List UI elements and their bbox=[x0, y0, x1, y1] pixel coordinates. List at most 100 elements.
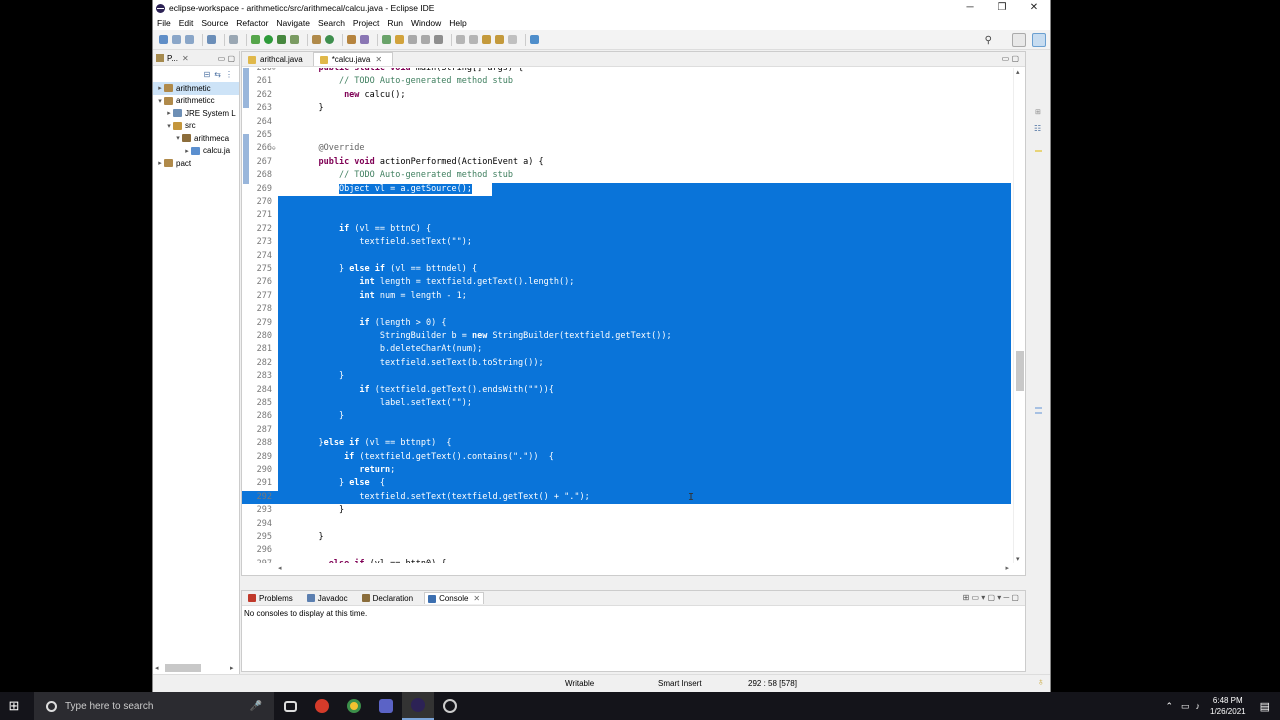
code-line[interactable]: 294 bbox=[242, 518, 1011, 531]
new-java-project-icon[interactable] bbox=[312, 35, 321, 44]
open-task-icon[interactable] bbox=[382, 35, 391, 44]
twisty-icon[interactable]: ▾ bbox=[174, 134, 182, 142]
close-view-icon[interactable]: ✕ bbox=[182, 54, 189, 63]
tree-item[interactable]: ▸ JRE System L bbox=[153, 107, 239, 120]
new-icon[interactable] bbox=[159, 35, 168, 44]
open-perspective-icon[interactable] bbox=[1012, 33, 1026, 47]
annotation-icon[interactable] bbox=[395, 35, 404, 44]
editor-tab[interactable]: *calcu.java ✕ bbox=[312, 52, 394, 66]
code-line[interactable]: 291 } else { bbox=[242, 477, 1011, 491]
collapse-all-icon[interactable]: ⊟ bbox=[204, 70, 211, 79]
code-line[interactable]: 287 bbox=[242, 423, 1011, 438]
code-line[interactable]: 270 bbox=[242, 196, 1011, 210]
code-line[interactable]: 273 textfield.setText(""); bbox=[242, 236, 1011, 250]
eclipse-taskbar-icon[interactable] bbox=[402, 692, 434, 720]
scroll-down-icon[interactable]: ▾ bbox=[1016, 555, 1020, 563]
tip-icon[interactable]: ♁ bbox=[1037, 677, 1045, 688]
code-line[interactable]: 289 if (textfield.getText().contains("."… bbox=[242, 450, 1011, 464]
code-line[interactable]: 267 public void actionPerformed(ActionEv… bbox=[242, 156, 1011, 169]
link-editor-icon[interactable]: ⇆ bbox=[214, 70, 221, 79]
code-line[interactable]: 293 } bbox=[242, 504, 1011, 517]
prev-annotation-icon[interactable] bbox=[469, 35, 478, 44]
code-line[interactable]: 286 } bbox=[242, 410, 1011, 424]
tree-item[interactable]: ▾ src bbox=[153, 120, 239, 133]
menu-search[interactable]: Search bbox=[318, 18, 345, 28]
back-icon[interactable] bbox=[495, 35, 504, 44]
code-line[interactable]: 281 b.deleteCharAt(num); bbox=[242, 343, 1011, 357]
view-menu-icon[interactable]: ⋮ bbox=[225, 70, 233, 79]
menu-help[interactable]: Help bbox=[449, 18, 466, 28]
code-line[interactable]: 269 Object vl = a.getSource(); bbox=[242, 182, 1011, 196]
java-perspective-icon[interactable] bbox=[1032, 33, 1046, 47]
code-line[interactable]: 285 label.setText(""); bbox=[242, 397, 1011, 411]
next-annotation-icon[interactable] bbox=[456, 35, 465, 44]
run-icon[interactable] bbox=[264, 35, 273, 44]
code-line[interactable]: 262 new calcu(); bbox=[242, 89, 1011, 102]
skip-breakpoints-icon[interactable] bbox=[229, 35, 238, 44]
tree-item[interactable]: ▸ calcu.ja bbox=[153, 145, 239, 158]
editor-vscroll[interactable]: ▴ ▾ bbox=[1013, 68, 1025, 563]
console-tab-javadoc[interactable]: Javadoc bbox=[304, 593, 351, 604]
open-type-icon[interactable] bbox=[347, 35, 356, 44]
maximize-button[interactable]: ❐ bbox=[986, 0, 1018, 16]
windows-start-icon[interactable]: ⊞ bbox=[0, 698, 28, 714]
save-all-icon[interactable] bbox=[185, 35, 194, 44]
notifications-icon[interactable]: ▤ bbox=[1260, 700, 1270, 713]
code-line[interactable]: 296 bbox=[242, 544, 1011, 557]
last-edit-icon[interactable] bbox=[482, 35, 491, 44]
code-line[interactable]: 275 } else if (vl == bttndel) { bbox=[242, 263, 1011, 277]
console-tab-declaration[interactable]: Declaration bbox=[359, 593, 416, 604]
view-controls-icon[interactable]: ▭ ▢ bbox=[218, 54, 235, 63]
vscroll-thumb[interactable] bbox=[1016, 351, 1024, 391]
outline-icon[interactable]: ⊞ bbox=[1035, 108, 1041, 116]
twisty-icon[interactable]: ▸ bbox=[183, 147, 191, 155]
code-line[interactable]: 263 } bbox=[242, 102, 1011, 115]
menu-refactor[interactable]: Refactor bbox=[236, 18, 268, 28]
code-line[interactable]: 292 textfield.setText(textfield.getText(… bbox=[242, 490, 1011, 505]
coverage-icon[interactable] bbox=[277, 35, 286, 44]
tree-item[interactable]: ▸ pact bbox=[153, 157, 239, 170]
editor-tab[interactable]: arithcal.java bbox=[242, 53, 313, 66]
word-wrap-icon[interactable] bbox=[421, 35, 430, 44]
forward-icon[interactable] bbox=[508, 35, 517, 44]
menu-edit[interactable]: Edit bbox=[179, 18, 194, 28]
code-area[interactable]: 260 ⊖ public static void main(String[] ar… bbox=[242, 68, 1011, 563]
close-tab-icon[interactable]: ✕ bbox=[473, 594, 480, 603]
scroll-left-icon[interactable]: ◂ bbox=[155, 664, 159, 672]
code-line[interactable]: 260 ⊖ public static void main(String[] ar… bbox=[242, 68, 1011, 75]
hscroll-left-icon[interactable]: ◂ bbox=[278, 564, 282, 572]
code-line[interactable]: 295 } bbox=[242, 531, 1011, 544]
block-select-icon[interactable] bbox=[408, 35, 417, 44]
task-view-icon[interactable] bbox=[274, 692, 306, 720]
scroll-up-icon[interactable]: ▴ bbox=[1016, 68, 1020, 76]
tree-item[interactable]: ▸ arithmetic bbox=[153, 82, 239, 95]
clock[interactable]: 6:48 PM 1/26/2021 bbox=[1210, 695, 1246, 717]
menu-window[interactable]: Window bbox=[411, 18, 441, 28]
show-whitespace-icon[interactable] bbox=[434, 35, 443, 44]
code-line[interactable]: 264 bbox=[242, 116, 1011, 129]
console-view-controls-icon[interactable]: ⊞ ▭ ▾ ▢ ▾ ─ ▢ bbox=[963, 593, 1019, 602]
scroll-right-icon[interactable]: ▸ bbox=[230, 664, 234, 672]
volume-icon[interactable]: ♪ bbox=[1196, 701, 1201, 711]
menu-project[interactable]: Project bbox=[353, 18, 379, 28]
twisty-icon[interactable]: ▾ bbox=[165, 122, 173, 130]
console-tab-problems[interactable]: Problems bbox=[245, 593, 296, 604]
code-line[interactable]: 280 StringBuilder b = new StringBuilder(… bbox=[242, 330, 1011, 344]
code-line[interactable]: 271 bbox=[242, 209, 1011, 223]
search-icon[interactable]: ⚲ bbox=[985, 35, 992, 46]
code-line[interactable]: 272 if (vl == bttnC) { bbox=[242, 222, 1011, 237]
code-line[interactable]: 278 bbox=[242, 303, 1011, 317]
tray-chevron-icon[interactable]: ⌃ bbox=[1165, 701, 1173, 712]
network-icon[interactable]: ▭ bbox=[1181, 701, 1190, 712]
code-line[interactable]: 284 if (textfield.getText().endsWith("")… bbox=[242, 383, 1011, 397]
task-list-icon[interactable]: ☷ bbox=[1034, 124, 1041, 133]
minimize-button[interactable]: ─ bbox=[954, 0, 986, 16]
console-tab-console[interactable]: Console ✕ bbox=[424, 592, 485, 604]
external-tools-icon[interactable] bbox=[290, 35, 299, 44]
new-class-icon[interactable] bbox=[325, 35, 334, 44]
code-line[interactable]: 265 bbox=[242, 129, 1011, 142]
code-line[interactable]: 266 ⊖ @Override bbox=[242, 142, 1011, 155]
menu-navigate[interactable]: Navigate bbox=[276, 18, 310, 28]
twisty-icon[interactable]: ▸ bbox=[156, 84, 164, 92]
search-tool-icon[interactable] bbox=[360, 35, 369, 44]
